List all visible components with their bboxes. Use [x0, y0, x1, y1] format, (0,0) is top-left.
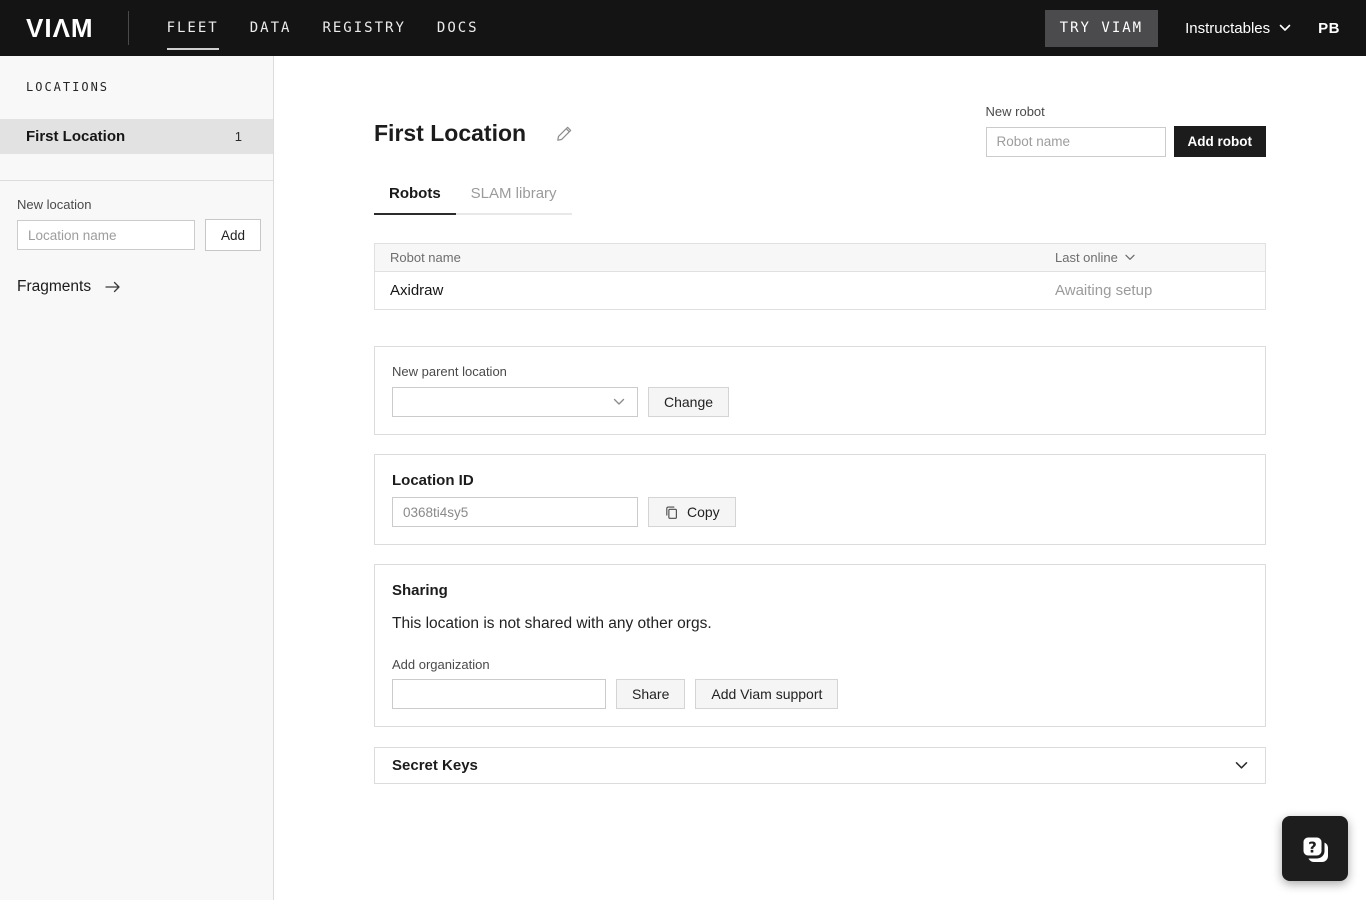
change-parent-button[interactable]: Change [648, 387, 730, 417]
nav-link-data[interactable]: DATA [250, 14, 292, 42]
robot-last-online-cell: Awaiting setup [1055, 282, 1153, 299]
nav-link-fleet[interactable]: FLEET [166, 14, 219, 50]
add-location-button[interactable]: Add [205, 219, 262, 251]
org-name: Instructables [1185, 19, 1271, 37]
table-row-robot[interactable]: Axidraw Awaiting setup [375, 272, 1265, 309]
tab-slam-library[interactable]: SLAM library [455, 185, 572, 215]
try-viam-button[interactable]: TRY VIAM [1044, 9, 1159, 47]
fragments-label: Fragments [17, 278, 92, 295]
copy-icon [664, 505, 679, 520]
new-location-label: New location [17, 197, 92, 212]
avatar[interactable]: PB [1318, 20, 1340, 37]
nav-right-group: TRY VIAM Instructables PB [1044, 9, 1340, 47]
sharing-card: Sharing This location is not shared with… [374, 564, 1266, 727]
add-viam-support-button[interactable]: Add Viam support [695, 679, 839, 709]
location-tabs: Robots SLAM library [374, 185, 1266, 215]
sort-chevron-down-icon [1125, 254, 1135, 261]
top-nav: VIΛM FLEET DATA REGISTRY DOCS TRY VIAM I… [0, 0, 1366, 56]
parent-location-card: New parent location Change [374, 346, 1266, 435]
help-widget-button[interactable]: ? [1282, 816, 1348, 881]
chevron-down-icon [1235, 761, 1248, 770]
copy-location-id-button[interactable]: Copy [648, 497, 736, 527]
new-location-section: New location Add [0, 181, 273, 251]
page-title: First Location [374, 120, 527, 146]
robot-name-cell: Axidraw [390, 282, 444, 299]
sidebar-item-first-location[interactable]: First Location 1 [0, 119, 273, 154]
locations-sidebar: LOCATIONS First Location 1 New location … [0, 56, 274, 900]
primary-nav: FLEET DATA REGISTRY DOCS [166, 14, 479, 50]
new-location-input[interactable] [17, 220, 195, 250]
location-id-input[interactable] [392, 497, 638, 527]
chevron-down-icon [1279, 24, 1291, 32]
secret-keys-heading: Secret Keys [392, 757, 478, 774]
location-id-heading: Location ID [392, 472, 474, 489]
location-name: First Location [26, 128, 126, 145]
column-header-last-online[interactable]: Last online [1055, 250, 1250, 265]
location-id-card: Location ID Copy [374, 454, 1266, 545]
arrow-right-icon [105, 281, 121, 293]
parent-location-label: New parent location [392, 364, 507, 379]
parent-location-select[interactable] [392, 387, 638, 417]
secret-keys-card[interactable]: Secret Keys [374, 747, 1266, 784]
main-content: First Location New robot Add robot Robot… [274, 56, 1366, 900]
robots-table-header: Robot name Last online [375, 244, 1265, 272]
nav-divider [127, 11, 129, 45]
sharing-message: This location is not shared with any oth… [392, 615, 712, 632]
nav-link-registry[interactable]: REGISTRY [322, 14, 405, 42]
robots-table: Robot name Last online Axidraw Awaiting … [374, 243, 1266, 310]
org-switcher[interactable]: Instructables [1185, 20, 1291, 37]
new-robot-input[interactable] [985, 126, 1166, 157]
pencil-icon [555, 126, 573, 146]
edit-location-name-button[interactable] [553, 123, 575, 145]
add-robot-button[interactable]: Add robot [1173, 126, 1266, 157]
location-robot-count: 1 [234, 129, 242, 144]
fragments-link[interactable]: Fragments [0, 251, 273, 323]
chevron-down-icon [613, 398, 625, 406]
new-robot-section: New robot Add robot [985, 104, 1266, 157]
last-online-label: Last online [1055, 250, 1118, 265]
add-organization-input[interactable] [392, 679, 606, 709]
locations-heading: LOCATIONS [26, 80, 110, 94]
svg-text:?: ? [1308, 838, 1317, 856]
column-header-robot-name: Robot name [390, 250, 461, 265]
sharing-heading: Sharing [392, 582, 448, 599]
help-question-icon: ? [1297, 831, 1333, 867]
new-robot-label: New robot [985, 104, 1045, 119]
share-button[interactable]: Share [616, 679, 686, 709]
copy-label: Copy [687, 504, 720, 520]
add-organization-label: Add organization [392, 657, 490, 672]
tab-robots[interactable]: Robots [374, 185, 456, 215]
viam-logo[interactable]: VIΛM [26, 13, 94, 44]
nav-link-docs[interactable]: DOCS [437, 14, 479, 42]
page-header: First Location New robot Add robot [374, 56, 1266, 185]
